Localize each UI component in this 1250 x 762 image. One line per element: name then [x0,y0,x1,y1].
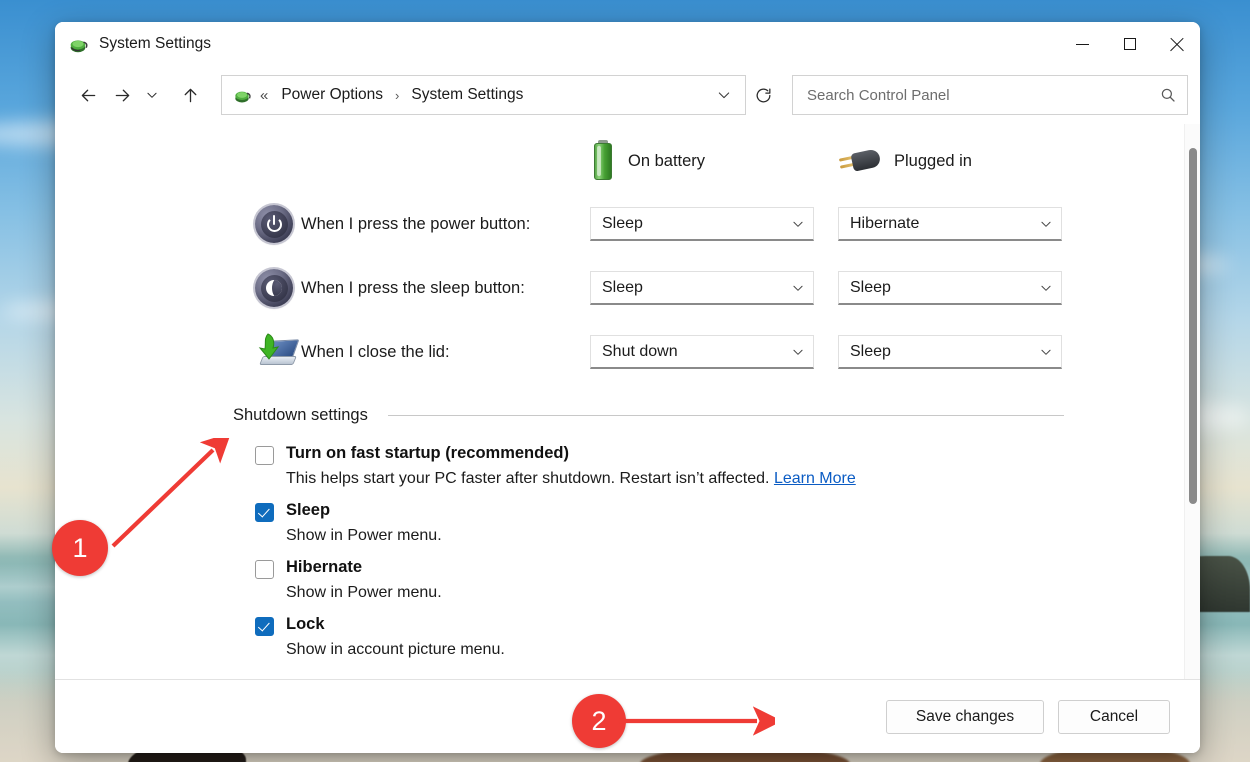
breadcrumb-separator: › [386,88,408,103]
power-options-icon [232,85,252,105]
content-area: On battery Plugged in W [55,124,1200,679]
search-box[interactable]: Search Control Panel [792,75,1188,115]
dropdown-power-button-on-battery[interactable]: Sleep [590,207,814,241]
power-plug-icon [838,146,882,176]
back-button[interactable] [71,78,105,112]
column-headers: On battery Plugged in [55,124,1184,182]
title-bar: System Settings [55,22,1200,66]
arrow-right-icon [112,85,133,106]
breadcrumb-item-power-options[interactable]: Power Options [278,84,386,106]
chevron-down-icon [1039,345,1053,359]
dropdown-close-lid-plugged-in[interactable]: Sleep [838,335,1062,369]
close-lid-icon [255,332,301,372]
row-label-power-button: When I press the power button: [301,215,590,234]
vertical-scrollbar[interactable] [1184,124,1200,679]
chevron-down-icon [1039,281,1053,295]
dropdown-value: Sleep [850,343,891,361]
power-button-icon [255,205,301,243]
dropdown-sleep-button-on-battery[interactable]: Sleep [590,271,814,305]
navigation-bar: « Power Options › System Settings Search… [55,66,1200,124]
window-title: System Settings [99,35,211,53]
battery-icon [590,140,616,182]
column-label-on-battery: On battery [628,152,705,171]
refresh-icon [754,86,773,105]
dropdown-value: Sleep [602,215,643,233]
dropdown-power-button-plugged-in[interactable]: Hibernate [838,207,1062,241]
lock-checkbox[interactable] [255,617,274,636]
option-lock[interactable]: Lock [255,615,1184,636]
option-hibernate[interactable]: Hibernate [255,558,1184,579]
up-button[interactable] [173,78,207,112]
address-dropdown-button[interactable] [709,79,739,111]
dropdown-value: Sleep [602,279,643,297]
chevron-down-icon [145,88,159,102]
settings-panel: On battery Plugged in W [55,124,1184,679]
close-icon [1169,37,1184,52]
learn-more-link[interactable]: Learn More [774,470,856,487]
annotation-arrow-1 [95,438,230,558]
column-header-on-battery: On battery [590,140,838,182]
forward-button[interactable] [105,78,139,112]
dropdown-value: Sleep [850,279,891,297]
option-label: Lock [286,615,325,634]
fast-startup-checkbox[interactable] [255,446,274,465]
minimize-button[interactable] [1059,22,1106,66]
hibernate-checkbox[interactable] [255,560,274,579]
row-label-close-lid: When I close the lid: [301,343,590,362]
arrow-left-icon [78,85,99,106]
recent-locations-button[interactable] [139,78,165,112]
dropdown-value: Shut down [602,343,678,361]
column-header-plugged-in: Plugged in [838,140,972,182]
chevron-down-icon [716,87,732,103]
option-description-fast-startup: This helps start your PC faster after sh… [286,470,1184,488]
option-description-hibernate: Show in Power menu. [286,584,1184,602]
system-settings-window: System Settings [55,22,1200,753]
address-bar-actions [709,79,739,111]
cancel-button[interactable]: Cancel [1058,700,1170,734]
refresh-button[interactable] [746,79,780,111]
sleep-button-icon [255,269,301,307]
dropdown-value: Hibernate [850,215,919,233]
search-icon[interactable] [1159,86,1177,104]
row-power-button: When I press the power button: Sleep Hib… [55,192,1184,256]
option-description-lock: Show in account picture menu. [286,641,1184,659]
row-label-sleep-button: When I press the sleep button: [301,279,590,298]
dropdown-sleep-button-plugged-in[interactable]: Sleep [838,271,1062,305]
breadcrumb-overflow[interactable]: « [260,87,268,104]
shutdown-settings-header: Shutdown settings [55,406,1184,425]
dropdown-close-lid-on-battery[interactable]: Shut down [590,335,814,369]
arrow-up-icon [180,85,201,106]
maximize-button[interactable] [1106,22,1153,66]
chevron-down-icon [791,281,805,295]
minimize-icon [1076,44,1089,45]
row-close-lid: When I close the lid: Shut down Sleep [55,320,1184,384]
down-arrow-icon [255,332,281,364]
option-label: Turn on fast startup (recommended) [286,444,569,463]
column-label-plugged-in: Plugged in [894,152,972,171]
chevron-down-icon [791,217,805,231]
option-label: Sleep [286,501,330,520]
save-changes-button[interactable]: Save changes [886,700,1044,734]
description-text: This helps start your PC faster after sh… [286,470,769,487]
settings-rows: When I press the power button: Sleep Hib… [55,192,1184,384]
option-fast-startup[interactable]: Turn on fast startup (recommended) [255,444,1184,465]
scrollbar-thumb[interactable] [1189,148,1197,504]
annotation-arrow-2 [615,700,775,742]
section-divider [388,415,1064,416]
sleep-checkbox[interactable] [255,503,274,522]
chevron-down-icon [791,345,805,359]
search-input[interactable]: Search Control Panel [807,87,950,104]
option-label: Hibernate [286,558,362,577]
breadcrumb-item-system-settings[interactable]: System Settings [408,84,526,106]
address-bar[interactable]: « Power Options › System Settings [221,75,746,115]
option-description-sleep: Show in Power menu. [286,527,1184,545]
option-sleep[interactable]: Sleep [255,501,1184,522]
maximize-icon [1124,38,1136,50]
close-button[interactable] [1153,22,1200,66]
section-title: Shutdown settings [233,406,368,425]
power-options-icon [67,33,89,55]
window-controls [1059,22,1200,66]
chevron-down-icon [1039,217,1053,231]
row-sleep-button: When I press the sleep button: Sleep Sle… [55,256,1184,320]
